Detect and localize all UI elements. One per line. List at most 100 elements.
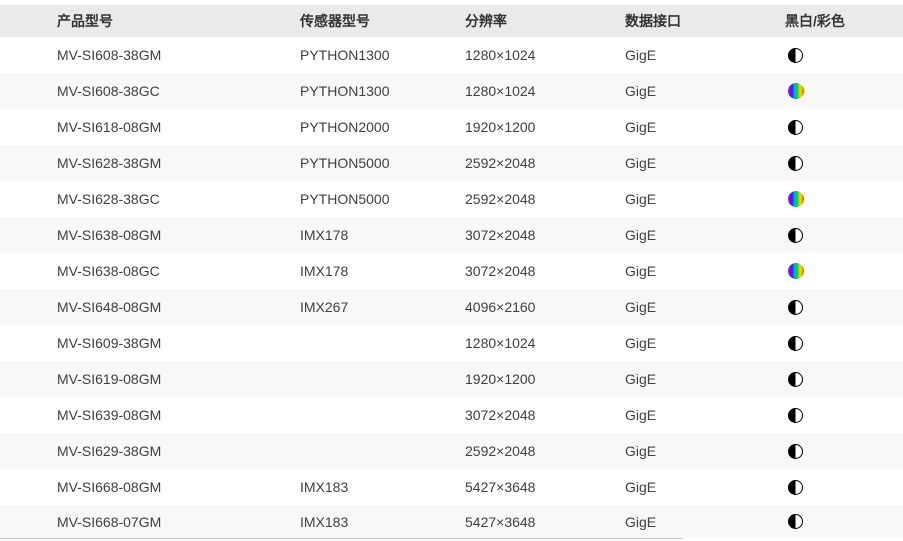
mono-color-cell <box>785 408 903 423</box>
column-header-mono-color: 黑白/彩色 <box>785 11 903 31</box>
resolution-cell: 2592×2048 <box>465 191 625 207</box>
sensor-model-cell: PYTHON2000 <box>300 119 465 135</box>
mono-icon <box>788 336 803 351</box>
product-model-cell: MV-SI608-38GM <box>57 47 300 63</box>
table-row: MV-SI648-08GM IMX267 4096×2160 GigE <box>0 289 903 325</box>
table-row: MV-SI668-08GM IMX183 5427×3648 GigE <box>0 469 903 505</box>
mono-icon <box>788 228 803 243</box>
resolution-cell: 1280×1024 <box>465 335 625 351</box>
table-row: MV-SI608-38GM PYTHON1300 1280×1024 GigE <box>0 37 903 73</box>
table-row: MV-SI609-38GM 1280×1024 GigE <box>0 325 903 361</box>
mono-color-cell <box>785 83 903 99</box>
sensor-model-cell: IMX178 <box>300 263 465 279</box>
mono-icon <box>788 444 803 459</box>
interface-cell: GigE <box>625 83 785 99</box>
table-row: MV-SI608-38GC PYTHON1300 1280×1024 GigE <box>0 73 903 109</box>
column-header-interface: 数据接口 <box>625 11 785 31</box>
interface-cell: GigE <box>625 479 785 495</box>
resolution-cell: 2592×2048 <box>465 155 625 171</box>
table-row: MV-SI639-08GM 3072×2048 GigE <box>0 397 903 433</box>
product-model-cell: MV-SI609-38GM <box>57 335 300 351</box>
color-icon <box>788 191 804 207</box>
column-header-model: 产品型号 <box>57 11 300 31</box>
interface-cell: GigE <box>625 119 785 135</box>
mono-icon <box>788 120 803 135</box>
sensor-model-cell: IMX183 <box>300 514 465 530</box>
mono-color-cell <box>785 120 903 135</box>
mono-icon <box>788 480 803 495</box>
product-model-cell: MV-SI618-08GM <box>57 119 300 135</box>
mono-color-cell <box>785 300 903 315</box>
column-header-resolution: 分辨率 <box>465 11 625 31</box>
table-header-row: 产品型号 传感器型号 分辨率 数据接口 黑白/彩色 <box>0 5 903 37</box>
color-icon <box>788 83 804 99</box>
mono-color-cell <box>785 48 903 63</box>
resolution-cell: 1280×1024 <box>465 47 625 63</box>
product-model-cell: MV-SI628-38GC <box>57 191 300 207</box>
mono-color-cell <box>785 372 903 387</box>
product-model-cell: MV-SI628-38GM <box>57 155 300 171</box>
mono-color-cell <box>785 480 903 495</box>
interface-cell: GigE <box>625 335 785 351</box>
interface-cell: GigE <box>625 191 785 207</box>
table-row: MV-SI619-08GM 1920×1200 GigE <box>0 361 903 397</box>
mono-color-cell <box>785 263 903 279</box>
product-model-cell: MV-SI638-08GM <box>57 227 300 243</box>
interface-cell: GigE <box>625 263 785 279</box>
sensor-model-cell: IMX178 <box>300 227 465 243</box>
product-model-cell: MV-SI629-38GM <box>57 443 300 459</box>
mono-color-cell <box>785 514 903 529</box>
interface-cell: GigE <box>625 514 785 530</box>
sensor-model-cell: PYTHON5000 <box>300 155 465 171</box>
interface-cell: GigE <box>625 407 785 423</box>
interface-cell: GigE <box>625 47 785 63</box>
resolution-cell: 3072×2048 <box>465 227 625 243</box>
table-row: MV-SI628-38GC PYTHON5000 2592×2048 GigE <box>0 181 903 217</box>
table-row: MV-SI618-08GM PYTHON2000 1920×1200 GigE <box>0 109 903 145</box>
resolution-cell: 3072×2048 <box>465 407 625 423</box>
sensor-model-cell: PYTHON1300 <box>300 47 465 63</box>
product-model-cell: MV-SI638-08GC <box>57 263 300 279</box>
sensor-model-cell: IMX183 <box>300 479 465 495</box>
interface-cell: GigE <box>625 155 785 171</box>
camera-spec-table: 产品型号 传感器型号 分辨率 数据接口 黑白/彩色 MV-SI608-38GM … <box>0 0 903 541</box>
sensor-model-cell: PYTHON5000 <box>300 191 465 207</box>
product-model-cell: MV-SI668-08GM <box>57 479 300 495</box>
resolution-cell: 1920×1200 <box>465 119 625 135</box>
resolution-cell: 1280×1024 <box>465 83 625 99</box>
resolution-cell: 2592×2048 <box>465 443 625 459</box>
resolution-cell: 5427×3648 <box>465 479 625 495</box>
interface-cell: GigE <box>625 227 785 243</box>
product-model-cell: MV-SI639-08GM <box>57 407 300 423</box>
resolution-cell: 1920×1200 <box>465 371 625 387</box>
table-body: MV-SI608-38GM PYTHON1300 1280×1024 GigE … <box>0 37 903 538</box>
mono-color-cell <box>785 228 903 243</box>
sensor-model-cell: PYTHON1300 <box>300 83 465 99</box>
resolution-cell: 3072×2048 <box>465 263 625 279</box>
resolution-cell: 5427×3648 <box>465 514 625 530</box>
interface-cell: GigE <box>625 371 785 387</box>
mono-icon <box>788 372 803 387</box>
column-header-sensor: 传感器型号 <box>300 11 465 31</box>
resolution-cell: 4096×2160 <box>465 299 625 315</box>
table-row: MV-SI629-38GM 2592×2048 GigE <box>0 433 903 469</box>
product-model-cell: MV-SI619-08GM <box>57 371 300 387</box>
product-model-cell: MV-SI608-38GC <box>57 83 300 99</box>
mono-color-cell <box>785 336 903 351</box>
table-row: MV-SI668-07GM IMX183 5427×3648 GigE <box>0 505 903 538</box>
table-row: MV-SI638-08GC IMX178 3072×2048 GigE <box>0 253 903 289</box>
interface-cell: GigE <box>625 443 785 459</box>
interface-cell: GigE <box>625 299 785 315</box>
mono-color-cell <box>785 156 903 171</box>
color-icon <box>788 263 804 279</box>
mono-color-cell <box>785 191 903 207</box>
product-model-cell: MV-SI668-07GM <box>57 514 300 530</box>
table-row: MV-SI638-08GM IMX178 3072×2048 GigE <box>0 217 903 253</box>
mono-icon <box>788 156 803 171</box>
sensor-model-cell: IMX267 <box>300 299 465 315</box>
mono-icon <box>788 300 803 315</box>
mono-color-cell <box>785 444 903 459</box>
mono-icon <box>788 408 803 423</box>
mono-icon <box>788 48 803 63</box>
mono-icon <box>788 514 803 529</box>
